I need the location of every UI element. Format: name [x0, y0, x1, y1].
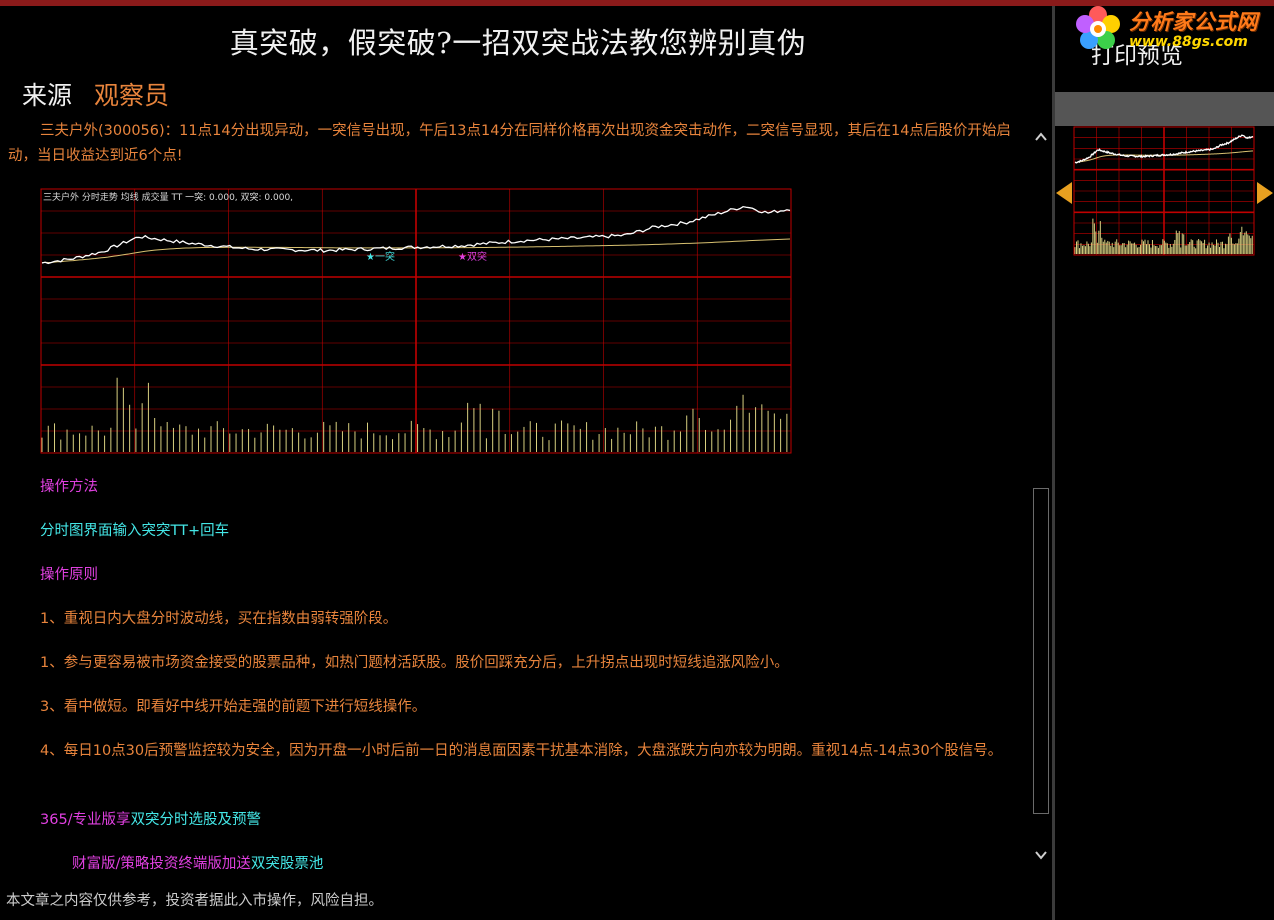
promo-2-edition: 财富版/策略投资终端版加送	[72, 856, 251, 872]
intro-paragraph: 三夫户外(300056)：11点14分出现异动，一突信号出现，午后13点14分在…	[8, 123, 1011, 164]
promo-line-1: 365/专业版享双突分时选股及预警	[40, 808, 261, 832]
next-page-arrow-icon[interactable]	[1257, 182, 1273, 204]
principle-item: 3、看中做短。即看好中线开始走强的前题下进行短线操作。	[40, 699, 427, 715]
page-thumbnail[interactable]	[1073, 126, 1255, 256]
logo-text: 分析家公式网	[1129, 10, 1258, 34]
promo-2-feature: 双突股票池	[250, 856, 324, 872]
principle-item: 4、每日10点30后预警监控较为安全，因为开盘一小时后前一日的消息面因素干扰基本…	[40, 743, 1003, 759]
source-label: 来源	[22, 81, 73, 110]
page-title: 真突破，假突破?一招双突战法教您辨别真伪	[229, 26, 807, 60]
disclaimer: 本文章之内容仅供参考，投资者据此入市操作，风险自担。	[6, 893, 383, 909]
source-author: 观察员	[94, 81, 170, 110]
principle-item: 1、重视日内大盘分时波动线，买在指数由弱转强阶段。	[40, 611, 398, 627]
chevron-down-icon[interactable]	[1033, 848, 1049, 864]
article-panel: 真突破，假突破?一招双突战法教您辨别真伪 来源 观察员 三夫户外(300056)：…	[0, 6, 1052, 920]
flower-logo-icon	[1076, 6, 1120, 49]
promo-1-edition: 365/专业版享	[40, 812, 131, 828]
signal-2-label: ★双突	[458, 250, 487, 263]
logo-url: www.88gs.com	[1129, 34, 1248, 50]
scrollbar-thumb[interactable]	[1033, 488, 1049, 814]
volume-bars	[41, 377, 788, 452]
method-text: 分时图界面输入突突TT+回车	[40, 523, 230, 539]
print-preview-sidebar: 打印预览 分析家公式网 www.88gs.com	[1055, 6, 1274, 920]
chevron-up-icon[interactable]	[1033, 130, 1049, 146]
prev-page-arrow-icon[interactable]	[1056, 182, 1072, 204]
signal-1-label: ★一突	[366, 250, 395, 263]
article-scrollbar[interactable]	[1030, 126, 1052, 866]
method-title: 操作方法	[40, 479, 98, 495]
principle-title: 操作原则	[40, 567, 98, 583]
promo-1-feature: 双突分时选股及预警	[130, 812, 262, 828]
preview-toolbar	[1055, 92, 1274, 126]
principle-item: 1、参与更容易被市场资金接受的股票品种，如热门题材活跃股。股价回踩充分后，上升拐…	[40, 655, 789, 671]
promo-line-2: 财富版/策略投资终端版加送双突股票池	[72, 852, 323, 876]
site-logo[interactable]: 分析家公式网 www.88gs.com	[1073, 4, 1274, 56]
source-line: 来源 观察员	[22, 76, 169, 112]
chart-header: 三夫户外 分时走势 均线 成交量 TT 一突: 0.000, 双突: 0.000…	[43, 191, 293, 203]
intraday-chart-image: 三夫户外 分时走势 均线 成交量 TT 一突: 0.000, 双突: 0.000…	[40, 188, 792, 454]
